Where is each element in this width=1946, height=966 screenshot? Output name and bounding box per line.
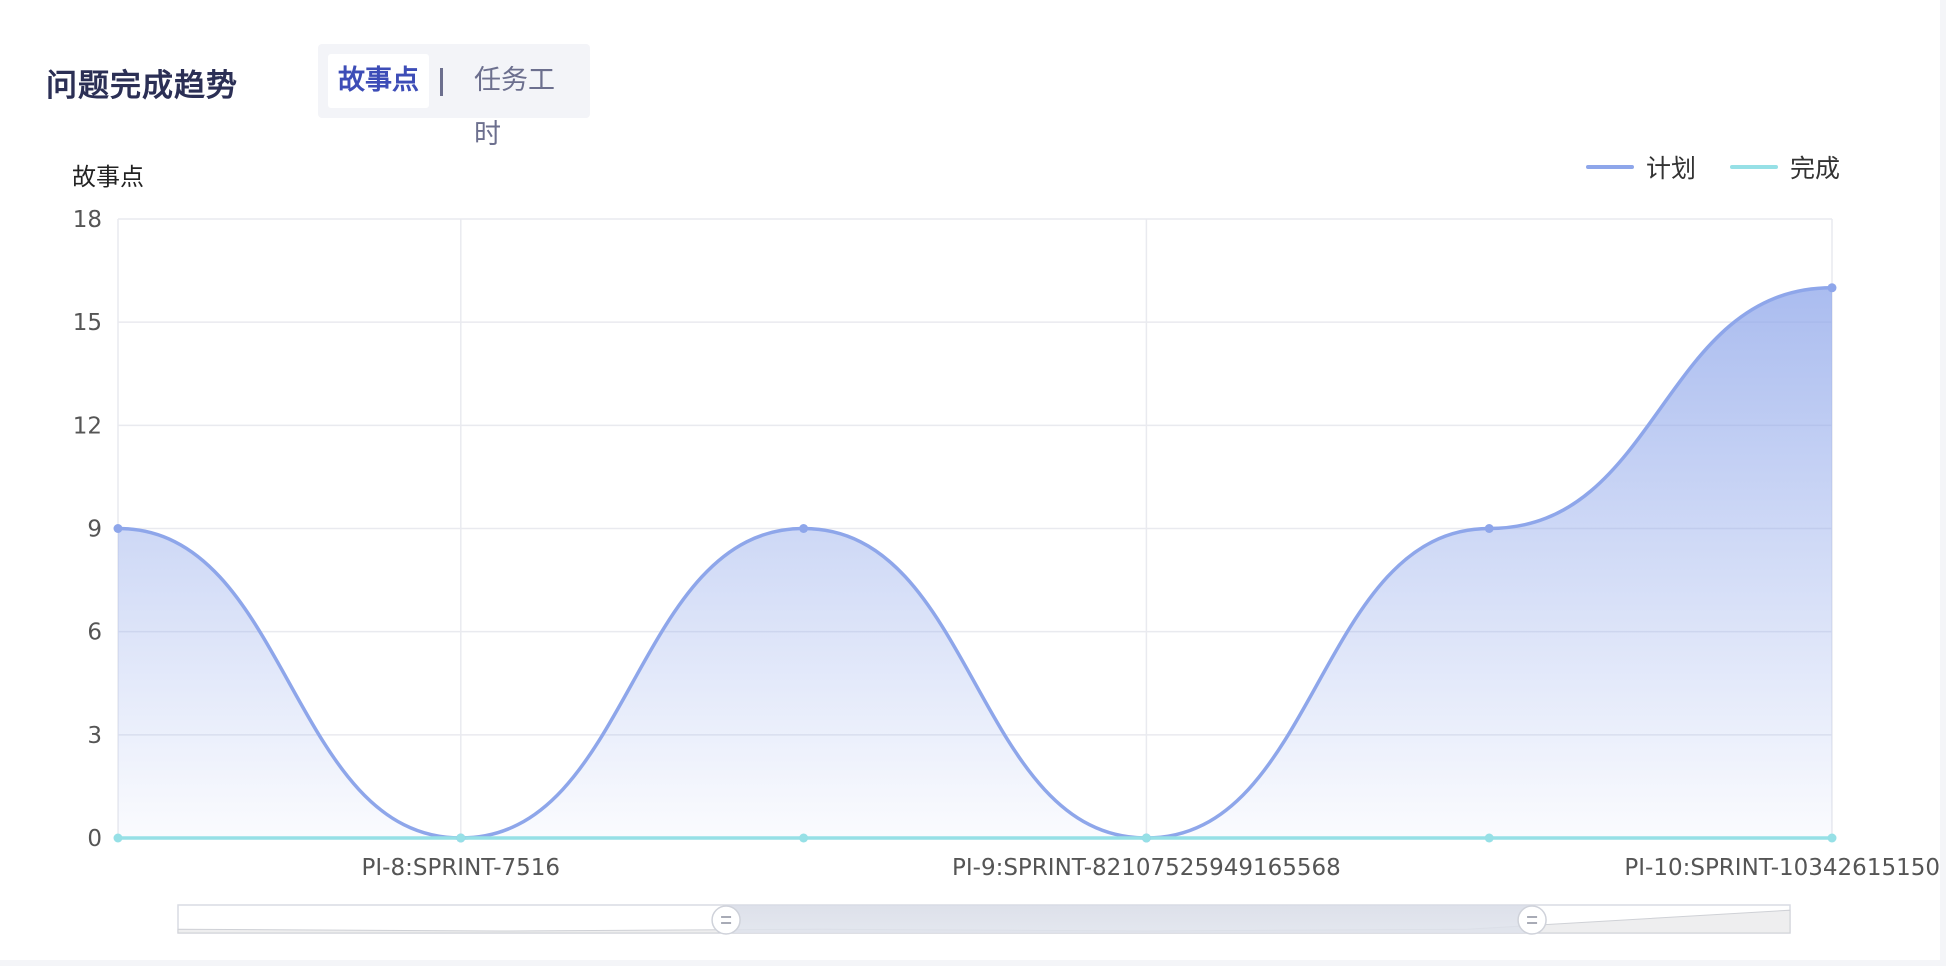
zoom-selection[interactable] xyxy=(726,905,1533,933)
legend-item-plan[interactable]: 计划 xyxy=(1585,149,1696,185)
y-tick-label-6: 18 xyxy=(73,207,102,233)
done-point-2[interactable] xyxy=(799,833,809,843)
y-tick-label-2: 6 xyxy=(87,620,102,646)
y-tick-label-0: 0 xyxy=(87,826,102,852)
zoom-handle-start[interactable] xyxy=(711,905,741,935)
done-point-1[interactable] xyxy=(456,833,466,843)
zoom-handle-end[interactable] xyxy=(1517,905,1547,935)
y-axis-label: 故事点 xyxy=(72,163,144,191)
done-point-0[interactable] xyxy=(113,833,123,843)
plan-point-5[interactable] xyxy=(1827,283,1837,293)
legend-label-plan: 计划 xyxy=(1645,154,1696,183)
trend-chart: 故事点 0 3 6 9 12 15 18 PI-8:SPRINT-7516 PI-9:SPRI… xyxy=(72,163,1940,935)
legend-item-done[interactable]: 完成 xyxy=(1729,149,1840,185)
data-zoom-slider[interactable] xyxy=(177,904,1791,935)
plan-point-4[interactable] xyxy=(1484,524,1494,533)
legend-label-done: 完成 xyxy=(1789,154,1840,183)
done-point-3[interactable] xyxy=(1141,833,1151,843)
legend-swatch-plan xyxy=(1585,165,1634,169)
series-plan-area xyxy=(118,287,1832,838)
x-tick-label-3: PI-9:SPRINT-82107525949165568 xyxy=(952,855,1341,881)
x-tick-label-5: PI-10:SPRINT-10342615150 xyxy=(1624,855,1940,881)
y-tick-label-1: 3 xyxy=(87,723,102,749)
zoom-handle-circle[interactable] xyxy=(1517,905,1547,935)
y-tick-label-3: 9 xyxy=(87,517,102,543)
done-point-4[interactable] xyxy=(1484,833,1494,843)
done-point-5[interactable] xyxy=(1827,833,1837,843)
plan-point-0[interactable] xyxy=(113,524,123,533)
legend-swatch-done xyxy=(1729,165,1778,169)
plan-point-2[interactable] xyxy=(799,524,809,533)
zoom-handle-circle[interactable] xyxy=(711,905,741,935)
y-tick-label-5: 15 xyxy=(73,310,102,336)
chart-legend: 计划 完成 xyxy=(1585,149,1840,185)
x-tick-label-1: PI-8:SPRINT-7516 xyxy=(362,855,561,881)
y-tick-label-4: 12 xyxy=(73,413,102,439)
